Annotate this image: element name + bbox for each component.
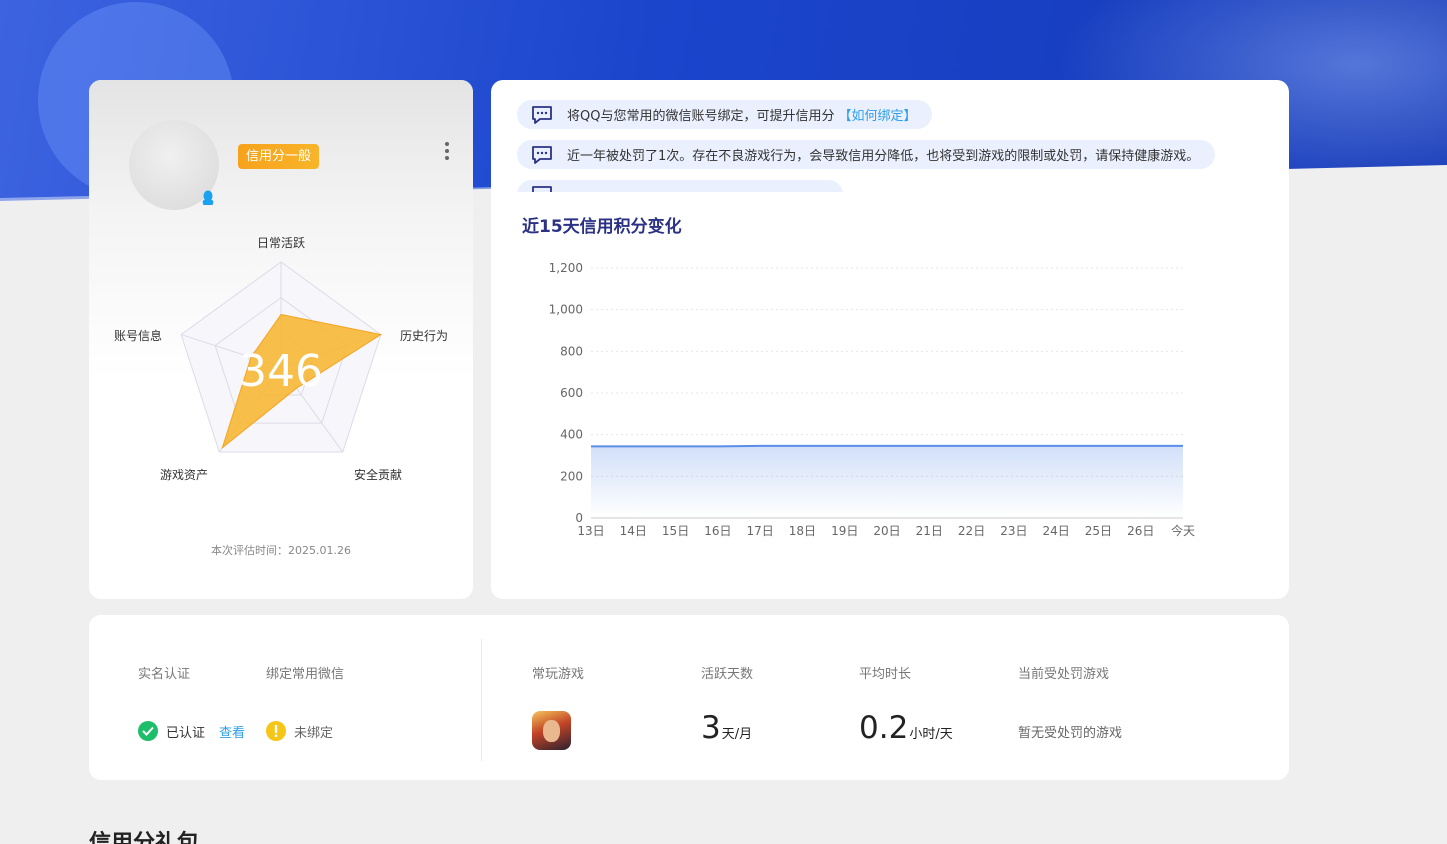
x-tick-label: 15日: [662, 524, 689, 538]
radar-label-security: 安全贡献: [354, 467, 402, 482]
credit-trend-card: 将QQ与您常用的微信账号绑定，可提升信用分 【如何绑定】 近一年被处罚了1次。存…: [491, 80, 1289, 599]
how-to-bind-link[interactable]: 【如何绑定】: [838, 105, 916, 124]
view-link[interactable]: 查看: [219, 722, 245, 741]
avg-time-label: 平均时长: [859, 667, 912, 682]
account-summary-card: 实名认证 绑定常用微信 已认证 查看 未绑定 常玩游戏 活跃天数 平均时长 当前…: [89, 615, 1289, 780]
x-tick-label: 今天: [1171, 523, 1195, 538]
x-tick-label: 16日: [704, 524, 731, 538]
active-days-label: 活跃天数: [701, 667, 754, 682]
x-tick-label: 26日: [1127, 524, 1154, 538]
credit-profile-card: 信用分一般 346 日常活跃 历史行为 安全贡献 游戏资产 账号信息 本次评估时…: [89, 80, 473, 599]
realname-label: 实名认证: [138, 667, 191, 682]
warning-icon: [266, 721, 286, 741]
game-icon-honor-of-kings[interactable]: [532, 711, 571, 750]
chart-title: 近15天信用积分变化: [522, 217, 682, 237]
series-area: [591, 445, 1183, 518]
x-tick-label: 20日: [873, 524, 900, 538]
credit-score: 346: [239, 346, 323, 397]
y-tick-label: 400: [560, 428, 583, 442]
divider: [481, 639, 482, 761]
active-days-unit: 天/月: [721, 727, 753, 742]
credit-level-badge: 信用分一般: [238, 144, 320, 169]
notice-item: 将QQ与您常用的微信账号绑定，可提升信用分 【如何绑定】: [517, 100, 933, 129]
x-tick-label: 24日: [1043, 524, 1070, 538]
x-tick-label: 25日: [1085, 524, 1112, 538]
y-tick-label: 600: [560, 386, 583, 400]
x-tick-label: 23日: [1000, 524, 1027, 538]
radar-label-assets: 游戏资产: [160, 468, 208, 482]
penalty-label: 当前受处罚游戏: [1018, 667, 1110, 682]
y-tick-label: 800: [560, 344, 583, 358]
notice-text: 将QQ与您常用的微信账号绑定，可提升信用分: [567, 109, 835, 124]
y-tick-label: 200: [560, 469, 583, 483]
y-tick-label: 0: [575, 511, 583, 525]
avg-time: 0.2 小时/天: [859, 710, 953, 746]
x-tick-label: 22日: [958, 524, 985, 538]
realname-status: 已认证 查看: [138, 721, 245, 741]
credit-trend-chart: 0 200 400 600 800 1,000 1,200 13日 14日 15日 16日 17日 18…: [549, 261, 1195, 538]
more-options-icon[interactable]: [441, 142, 453, 164]
x-tick-label: 19日: [831, 524, 858, 538]
check-icon: [138, 721, 158, 741]
notice-list: 将QQ与您常用的微信账号绑定，可提升信用分 【如何绑定】 近一年被处罚了1次。存…: [517, 100, 1277, 192]
avg-time-unit: 小时/天: [909, 727, 953, 742]
message-icon: [532, 105, 552, 124]
radar-label-daily: 日常活跃: [257, 236, 305, 250]
y-tick-label: 1,000: [549, 303, 583, 317]
message-icon: [532, 185, 552, 192]
realname-status-text: 已认证: [166, 725, 206, 741]
y-tick-label: 1,200: [549, 261, 583, 275]
x-tick-label: 13日: [577, 524, 604, 538]
active-days: 3 天/月: [701, 710, 752, 746]
x-tick-label: 14日: [620, 524, 647, 538]
radar-chart: 346 日常活跃 历史行为 安全贡献 游戏资产 账号信息: [114, 236, 448, 482]
x-tick-label: 18日: [789, 524, 816, 538]
avg-time-value: 0.2: [859, 710, 909, 746]
evaluation-time: 本次评估时间：2025.01.26: [211, 544, 351, 557]
wechat-bind-label: 绑定常用微信: [266, 667, 345, 682]
notice-item-partial: [517, 180, 843, 192]
notice-item: 近一年被处罚了1次。存在不良游戏行为，会导致信用分降低，也将受到游戏的限制或处罚…: [517, 140, 1216, 169]
games-label: 常玩游戏: [532, 667, 585, 682]
x-tick-label: 21日: [916, 524, 943, 538]
penalty-value: 暂无受处罚的游戏: [1018, 726, 1123, 741]
wechat-status: 未绑定: [266, 721, 333, 741]
radar-label-history: 历史行为: [400, 329, 448, 343]
x-tick-label: 17日: [747, 524, 774, 538]
wechat-status-text: 未绑定: [294, 725, 334, 741]
message-icon: [532, 145, 552, 164]
radar-label-account: 账号信息: [114, 328, 162, 343]
active-days-value: 3: [701, 710, 721, 746]
qq-icon: [202, 190, 214, 205]
notice-text: 近一年被处罚了1次。存在不良游戏行为，会导致信用分降低，也将受到游戏的限制或处罚…: [567, 149, 1200, 164]
section-title-gift-pack: 信用分礼包: [89, 831, 200, 844]
